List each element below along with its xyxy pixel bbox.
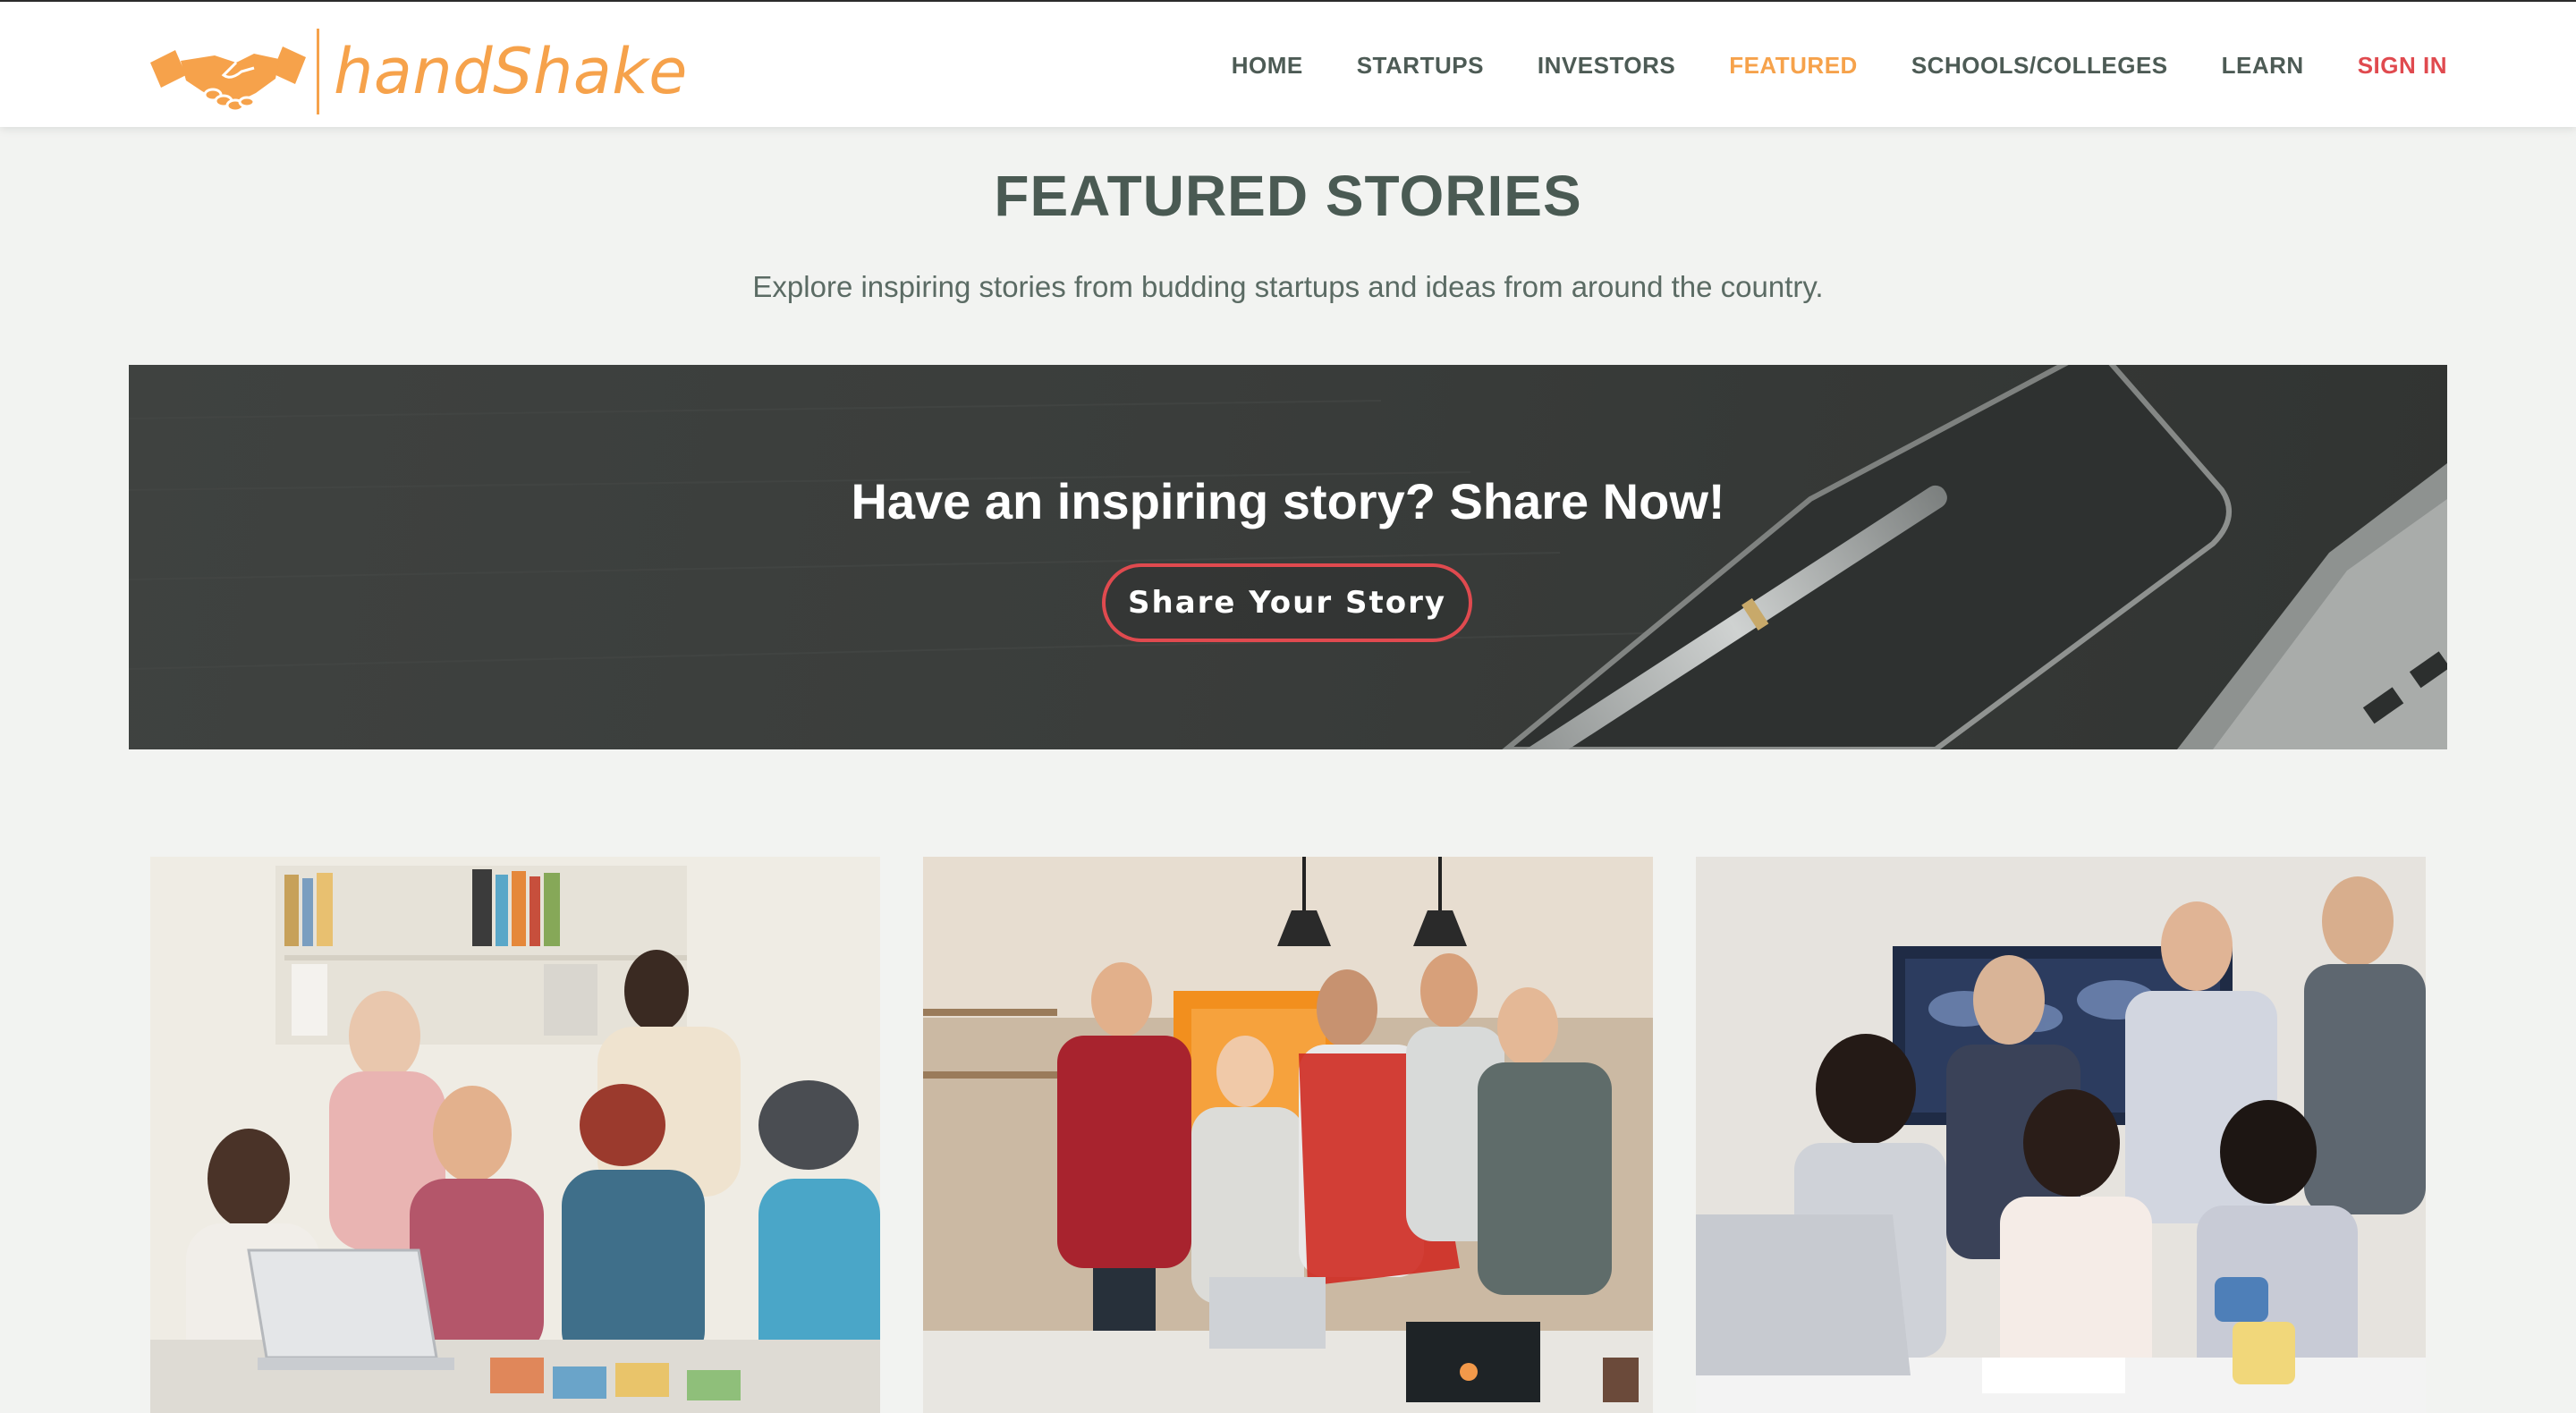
logo-divider <box>317 29 319 114</box>
story-card-grid <box>150 857 2426 1413</box>
nav-home[interactable]: HOME <box>1232 52 1303 80</box>
handshake-icon <box>150 47 306 113</box>
banner-background-image <box>129 365 2447 749</box>
share-story-banner: Have an inspiring story? Share Now! Shar… <box>129 365 2447 749</box>
nav-sign-in[interactable]: SIGN IN <box>2358 52 2447 80</box>
banner-title: Have an inspiring story? Share Now! <box>851 473 1725 529</box>
main-nav: HOME STARTUPS INVESTORS FEATURED SCHOOLS… <box>1232 2 2447 129</box>
story-card-image-team-laptop <box>150 857 880 1413</box>
top-navigation-bar: handShake HOME STARTUPS INVESTORS FEATUR… <box>0 0 2576 127</box>
story-card[interactable] <box>1696 857 2426 1413</box>
page-subtitle: Explore inspiring stories from budding s… <box>752 270 1824 303</box>
nav-startups[interactable]: STARTUPS <box>1357 52 1484 80</box>
story-card[interactable] <box>150 857 880 1413</box>
story-card-image-startup-team <box>923 857 1653 1413</box>
brand-logo[interactable]: handShake <box>148 29 688 114</box>
brand-name: handShake <box>334 35 688 108</box>
nav-investors[interactable]: INVESTORS <box>1538 52 1675 80</box>
nav-learn[interactable]: LEARN <box>2222 52 2304 80</box>
story-card-image-business-team <box>1696 857 2426 1413</box>
page-title: FEATURED STORIES <box>994 164 1582 228</box>
nav-featured[interactable]: FEATURED <box>1729 52 1858 80</box>
story-card[interactable] <box>923 857 1653 1413</box>
share-your-story-button[interactable]: Share Your Story <box>1102 563 1472 642</box>
nav-schools-colleges[interactable]: SCHOOLS/COLLEGES <box>1911 52 2168 80</box>
